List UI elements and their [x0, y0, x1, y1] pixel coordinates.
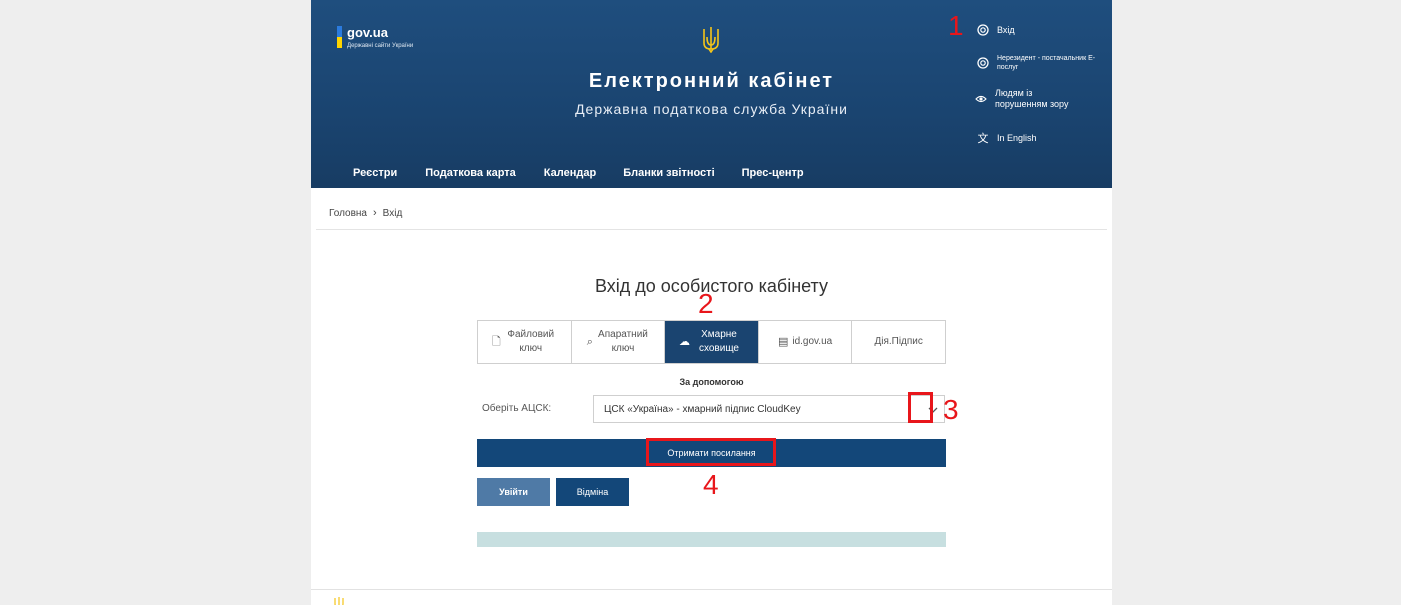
tab-file-key[interactable]: 🗋 Файловий ключ	[478, 321, 572, 363]
breadcrumb-home[interactable]: Головна	[329, 208, 367, 219]
help-text: За допомогою	[679, 377, 744, 387]
nav-report-forms[interactable]: Бланки звітності	[623, 167, 714, 179]
translate-icon: 文	[977, 133, 989, 145]
annotation-4: 4	[703, 469, 719, 500]
acsk-label: Оберіть АЦСК:	[482, 403, 552, 414]
annotation-box-3	[908, 392, 933, 423]
tab-id-gov-ua[interactable]: ▤ id.gov.ua	[759, 321, 853, 363]
eye-icon	[973, 91, 989, 107]
tab-diia-signature[interactable]: Дія.Підпис	[852, 321, 945, 363]
annotation-2: 2	[698, 288, 714, 319]
nav-tax-map[interactable]: Податкова карта	[425, 167, 516, 179]
ukraine-flag-icon	[337, 26, 342, 48]
footer-divider	[311, 589, 1112, 590]
acsk-select[interactable]: ЦСК «Україна» - хмарний підпис CloudKey	[593, 395, 945, 423]
tab-file-key-label: Файловий ключ	[507, 329, 555, 354]
accessibility-link[interactable]: Людям із порушенням зору	[973, 88, 1077, 110]
divider	[316, 229, 1107, 230]
tab-hardware-key[interactable]: ⌕ Апаратний ключ	[572, 321, 666, 363]
annotation-box-4	[646, 438, 776, 466]
login-link[interactable]: Вхід	[975, 22, 1015, 38]
fingerprint-icon	[975, 22, 991, 38]
breadcrumb-current: Вхід	[382, 207, 403, 219]
accessibility-link-label: Людям із порушенням зору	[995, 88, 1069, 109]
logo-subtitle: Державні сайти України	[347, 43, 414, 49]
breadcrumb: Головна › Вхід	[329, 207, 402, 219]
tab-cloud-storage-label: Хмарне сховище	[698, 329, 739, 354]
english-link-label: In English	[997, 133, 1037, 143]
site-header: gov.ua Державні сайти України Електронни…	[311, 0, 1112, 188]
key-type-tabs: 🗋 Файловий ключ ⌕ Апаратний ключ ☁ Хмарн…	[477, 320, 946, 364]
trident-icon	[703, 27, 719, 53]
nav-press-center[interactable]: Прес-центр	[742, 167, 804, 179]
login-button-label: Увійти	[499, 487, 528, 497]
nav-registers[interactable]: Реєстри	[353, 167, 397, 179]
cancel-button-label: Відміна	[576, 487, 609, 497]
nonresident-link[interactable]: Нерезидент - постачальник Е-послуг	[975, 54, 1097, 72]
main-nav: Реєстри Податкова карта Календар Бланки …	[339, 167, 804, 179]
login-link-label: Вхід	[997, 25, 1015, 35]
id-card-icon: ▤	[777, 336, 789, 348]
logo-name: gov.ua	[347, 25, 388, 40]
tab-id-gov-ua-label: id.gov.ua	[792, 336, 833, 347]
file-icon: 🗋	[491, 336, 501, 348]
english-link[interactable]: 文 In English	[975, 130, 1037, 146]
annotation-3: 3	[943, 394, 959, 425]
page: gov.ua Державні сайти України Електронни…	[311, 0, 1112, 605]
annotation-1: 1	[948, 10, 964, 41]
tab-diia-signature-label: Дія.Підпис	[874, 336, 923, 347]
info-panel	[477, 532, 946, 547]
tab-hardware-key-label: Апаратний ключ	[598, 329, 648, 354]
nonresident-link-label: Нерезидент - постачальник Е-послуг	[997, 55, 1096, 71]
login-button[interactable]: Увійти	[477, 478, 550, 506]
acsk-selected-value: ЦСК «Україна» - хмарний підпис CloudKey	[604, 403, 801, 415]
footer-trident-icon	[334, 597, 344, 605]
key-icon: ⌕	[586, 336, 593, 348]
cloud-icon: ☁	[678, 336, 690, 348]
fingerprint-icon	[975, 55, 991, 71]
tab-cloud-storage[interactable]: ☁ Хмарне сховище	[665, 321, 759, 363]
chevron-right-icon: ›	[373, 207, 377, 219]
nav-calendar[interactable]: Календар	[544, 167, 596, 179]
cancel-button[interactable]: Відміна	[556, 478, 629, 506]
